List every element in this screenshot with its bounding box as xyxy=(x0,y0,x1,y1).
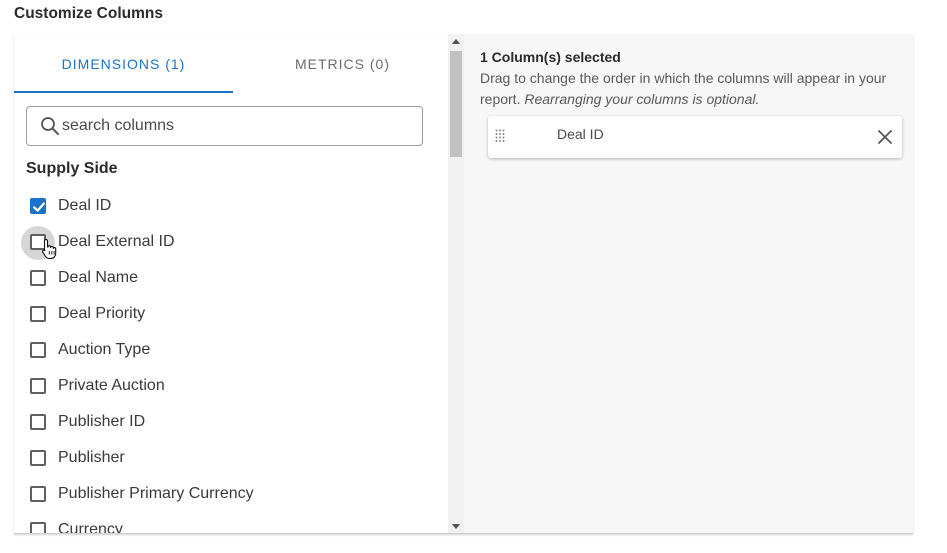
option-publisher[interactable]: Publisher xyxy=(14,440,448,476)
close-icon xyxy=(878,130,892,144)
checkbox[interactable] xyxy=(30,486,46,502)
tab-dimensions[interactable]: DIMENSIONS (1) xyxy=(14,34,233,94)
checkbox-checked[interactable] xyxy=(30,198,46,214)
selected-column-label: Deal ID xyxy=(557,126,604,142)
option-deal-external-id[interactable]: Deal External ID xyxy=(14,224,448,260)
tab-bar: DIMENSIONS (1) METRICS (0) xyxy=(14,34,448,94)
checkmark-icon xyxy=(33,202,45,212)
remove-column-button[interactable] xyxy=(876,128,894,146)
option-label: Private Auction xyxy=(58,377,165,394)
drag-help-optional: Rearranging your columns is optional. xyxy=(524,91,760,107)
option-label: Deal External ID xyxy=(58,233,175,250)
option-private-auction[interactable]: Private Auction xyxy=(14,368,448,404)
section-title-supply-side: Supply Side xyxy=(26,160,118,177)
selected-columns-panel: 1 Column(s) selected Drag to change the … xyxy=(464,34,913,533)
checkbox[interactable] xyxy=(30,270,46,286)
search-input[interactable] xyxy=(62,117,402,135)
checkbox[interactable] xyxy=(30,342,46,358)
option-auction-type[interactable]: Auction Type xyxy=(14,332,448,368)
drag-handle-icon[interactable] xyxy=(495,129,505,148)
option-label: Currency xyxy=(58,521,123,534)
active-tab-indicator xyxy=(14,91,233,93)
option-label: Deal Name xyxy=(58,269,139,286)
scroll-thumb[interactable] xyxy=(450,51,462,157)
option-currency[interactable]: Currency xyxy=(14,512,448,534)
option-list-scrollbar[interactable] xyxy=(448,34,464,533)
checkbox[interactable] xyxy=(30,414,46,430)
option-deal-priority[interactable]: Deal Priority xyxy=(14,296,448,332)
customize-columns-panel: DIMENSIONS (1) METRICS (0) Supply Side xyxy=(14,34,913,534)
search-icon xyxy=(39,115,61,137)
search-box[interactable] xyxy=(26,106,423,146)
checkbox[interactable] xyxy=(30,378,46,394)
selected-count: 1 Column(s) selected xyxy=(480,49,621,65)
tab-metrics[interactable]: METRICS (0) xyxy=(233,34,448,94)
checkbox[interactable] xyxy=(30,522,46,533)
selected-column-card[interactable]: Deal ID xyxy=(488,116,902,158)
option-deal-name[interactable]: Deal Name xyxy=(14,260,448,296)
option-deal-id[interactable]: Deal ID xyxy=(14,188,448,224)
option-label: Publisher Primary Currency xyxy=(58,485,254,502)
checkbox[interactable] xyxy=(30,450,46,466)
option-label: Publisher xyxy=(58,449,125,466)
scroll-down-arrow-icon[interactable] xyxy=(452,524,460,529)
column-picker: DIMENSIONS (1) METRICS (0) Supply Side xyxy=(14,34,448,534)
dimension-option-list: Deal ID Deal External ID Deal Name Deal … xyxy=(14,188,448,534)
option-label: Deal ID xyxy=(58,197,112,214)
option-label: Publisher ID xyxy=(58,413,146,430)
option-publisher-primary-currency[interactable]: Publisher Primary Currency xyxy=(14,476,448,512)
page-title: Customize Columns xyxy=(14,5,163,22)
drag-help-text: Drag to change the order in which the co… xyxy=(480,68,910,110)
scroll-up-arrow-icon[interactable] xyxy=(452,39,460,44)
option-label: Deal Priority xyxy=(58,305,146,322)
checkbox[interactable] xyxy=(30,306,46,322)
option-publisher-id[interactable]: Publisher ID xyxy=(14,404,448,440)
option-label: Auction Type xyxy=(58,341,151,358)
